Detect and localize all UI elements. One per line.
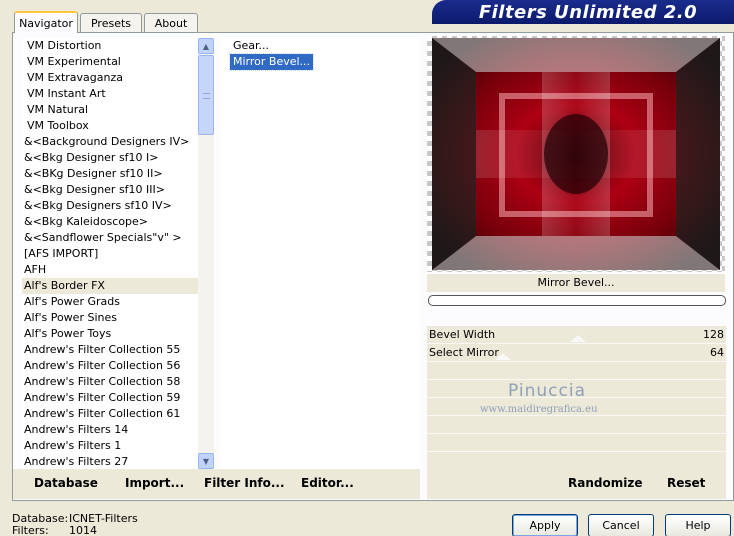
category-item[interactable]: Andrew's Filter Collection 56 <box>22 358 198 374</box>
param-label: Bevel Width <box>429 328 496 341</box>
category-item[interactable]: &<BKg Designer sf10 II> <box>22 166 198 182</box>
watermark-name: Pinuccia <box>508 381 586 401</box>
filters-count: 1014 <box>69 524 97 536</box>
status-area: Database:ICNET-Filters Filters: 1014 <box>12 513 138 536</box>
param-select-mirror[interactable]: Select Mirror 64 <box>427 344 726 362</box>
category-item[interactable]: Andrew's Filters 14 <box>22 422 198 438</box>
filter-item-gear[interactable]: Gear... <box>230 38 272 54</box>
category-item[interactable]: &<Sandflower Specials"v" > <box>22 230 198 246</box>
param-slot-empty <box>427 416 726 434</box>
tab-navigator[interactable]: Navigator <box>14 11 78 33</box>
current-filter-name: Mirror Bevel... <box>427 274 725 292</box>
category-item[interactable]: Alf's Power Grads <box>22 294 198 310</box>
category-item[interactable]: VM Experimental <box>22 54 198 70</box>
category-item[interactable]: Alf's Border FX <box>22 278 198 294</box>
database-button[interactable]: Database <box>34 476 98 490</box>
category-item[interactable]: &<Bkg Kaleidoscope> <box>22 214 198 230</box>
help-button[interactable]: Help <box>665 514 731 536</box>
param-value: 64 <box>710 346 724 359</box>
category-item[interactable]: AFH <box>22 262 198 278</box>
param-label: Select Mirror <box>429 346 499 359</box>
filter-info-button[interactable]: Filter Info... <box>204 476 285 490</box>
preview-toolbar: Randomize Reset <box>427 469 726 499</box>
category-item[interactable]: Alf's Power Sines <box>22 310 198 326</box>
tab-about[interactable]: About <box>144 13 198 32</box>
category-item[interactable]: Andrew's Filter Collection 61 <box>22 406 198 422</box>
category-item[interactable]: Andrew's Filters 1 <box>22 438 198 454</box>
category-item[interactable]: VM Extravaganza <box>22 70 198 86</box>
apply-button[interactable]: Apply <box>512 514 578 536</box>
category-item[interactable]: Andrew's Filter Collection 58 <box>22 374 198 390</box>
param-value: 128 <box>703 328 724 341</box>
filter-list[interactable]: Gear... Mirror Bevel... <box>220 38 420 469</box>
scroll-thumb[interactable] <box>198 55 214 135</box>
category-item[interactable]: &<Background Designers IV> <box>22 134 198 150</box>
scroll-up-button[interactable]: ▲ <box>198 38 214 54</box>
editor-button[interactable]: Editor... <box>301 476 354 490</box>
category-item[interactable]: VM Distortion <box>22 38 198 54</box>
category-item[interactable]: VM Toolbox <box>22 118 198 134</box>
category-item[interactable]: Andrew's Filters 27 <box>22 454 198 469</box>
category-item[interactable]: &<Bkg Designer sf10 I> <box>22 150 198 166</box>
randomize-button[interactable]: Randomize <box>568 476 642 490</box>
filter-preview-image <box>432 38 720 270</box>
category-item[interactable]: &<Bkg Designer sf10 III> <box>22 182 198 198</box>
scroll-down-button[interactable]: ▼ <box>198 453 214 469</box>
category-item[interactable]: Andrew's Filter Collection 59 <box>22 390 198 406</box>
navigator-toolbar: Database Import... Filter Info... Editor… <box>13 469 420 499</box>
category-item[interactable]: VM Instant Art <box>22 86 198 102</box>
slider-thumb[interactable] <box>495 353 511 360</box>
tab-presets[interactable]: Presets <box>80 13 142 32</box>
app-title-banner: Filters Unlimited 2.0 <box>432 0 734 24</box>
category-item[interactable]: &<Bkg Designers sf10 IV> <box>22 198 198 214</box>
reset-button[interactable]: Reset <box>667 476 705 490</box>
filters-label: Filters: <box>12 524 49 536</box>
progress-bar <box>428 295 726 306</box>
param-slot-empty <box>427 362 726 380</box>
category-item[interactable]: Andrew's Filter Collection 55 <box>22 342 198 358</box>
param-slot-empty <box>427 452 726 470</box>
category-item[interactable]: VM Natural <box>22 102 198 118</box>
param-slot-empty <box>427 434 726 452</box>
category-list[interactable]: VM Distortion VM Experimental VM Extravaga… <box>22 38 216 469</box>
param-bevel-width[interactable]: Bevel Width 128 <box>427 326 726 344</box>
category-scrollbar[interactable]: ▲ ▼ <box>198 38 214 469</box>
cancel-button[interactable]: Cancel <box>588 514 654 536</box>
import-button[interactable]: Import... <box>125 476 184 490</box>
filter-item-mirror-bevel[interactable]: Mirror Bevel... <box>228 53 315 71</box>
category-item[interactable]: Alf's Power Toys <box>22 326 198 342</box>
slider-thumb[interactable] <box>570 335 586 342</box>
watermark-site: www.maidiregrafica.eu <box>480 404 598 415</box>
category-item[interactable]: [AFS IMPORT] <box>22 246 198 262</box>
